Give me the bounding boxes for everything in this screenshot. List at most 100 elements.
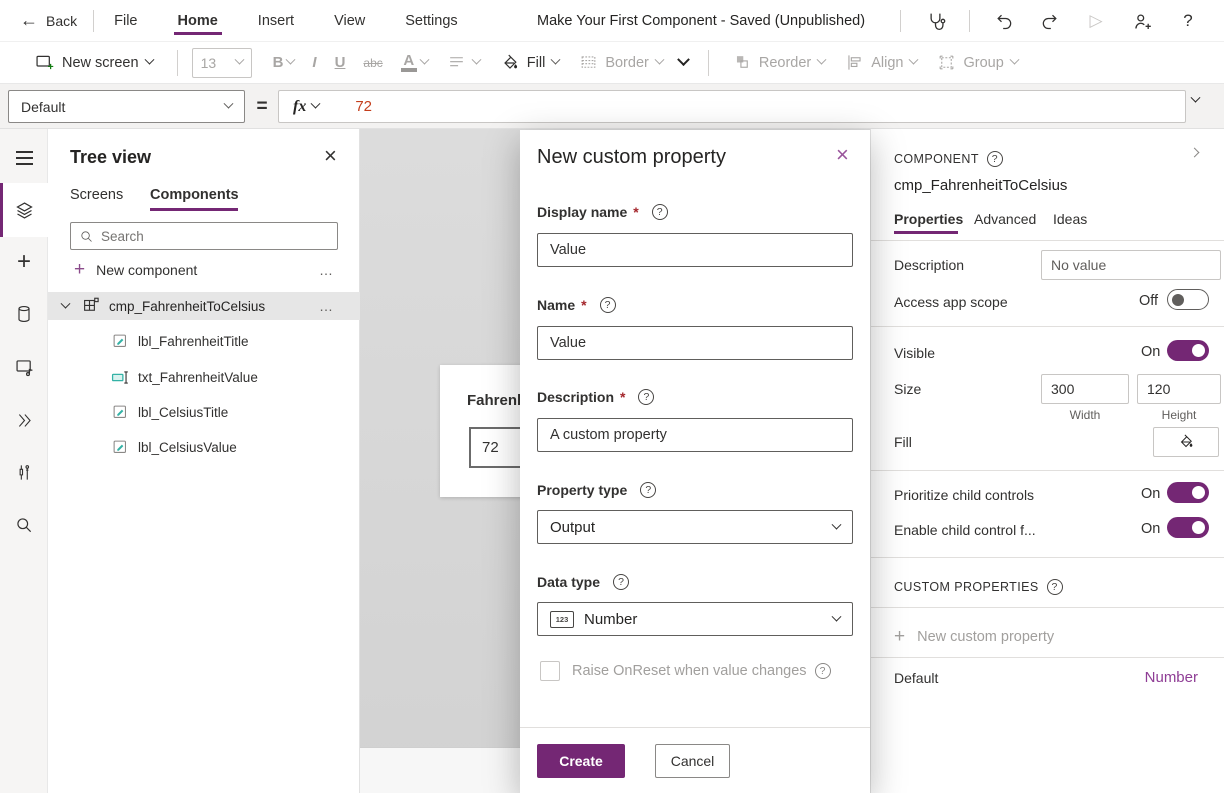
display-name-label-text: Display name — [537, 204, 627, 220]
dialog-close-icon[interactable]: × — [836, 142, 849, 168]
tree-item-label[interactable]: lbl_FahrenheitTitle — [48, 327, 360, 355]
selected-component-name: cmp_FahrenheitToCelsius — [894, 177, 1067, 194]
more-options-icon[interactable]: … — [319, 262, 335, 278]
visible-label: Visible — [894, 345, 935, 361]
tree-search-box[interactable] — [70, 222, 338, 250]
property-type-dropdown[interactable]: Output — [537, 510, 853, 544]
reorder-label: Reorder — [759, 55, 811, 71]
data-rail-icon[interactable] — [0, 290, 48, 338]
cancel-button[interactable]: Cancel — [655, 744, 730, 778]
tab-ideas[interactable]: Ideas — [1053, 211, 1087, 227]
size-label: Size — [894, 381, 921, 397]
size-width-input[interactable] — [1041, 374, 1129, 404]
custom-properties-header: CUSTOM PROPERTIES ? — [894, 579, 1063, 595]
menu-file[interactable]: File — [112, 3, 139, 39]
text-align-button — [447, 53, 480, 72]
header-actions: ▷ ? — [900, 0, 1224, 42]
power-automate-rail-icon[interactable] — [0, 396, 48, 444]
property-type-value: Output — [550, 519, 595, 536]
tab-components[interactable]: Components — [150, 187, 239, 203]
fill-button[interactable]: Fill — [500, 53, 560, 73]
access-app-scope-toggle[interactable] — [1167, 289, 1209, 310]
tree-search-input[interactable] — [101, 229, 329, 244]
help-icon[interactable]: ? — [1047, 579, 1063, 595]
dialog-footer-divider — [520, 727, 870, 728]
new-component-button[interactable]: + New component … — [48, 256, 360, 284]
help-icon[interactable]: ? — [613, 574, 629, 590]
font-size-combo[interactable]: 13 — [192, 48, 252, 78]
back-button[interactable]: ← Back — [0, 10, 93, 31]
property-selector-value: Default — [21, 99, 65, 115]
help-icon[interactable]: ? — [638, 389, 654, 405]
menu-home[interactable]: Home — [176, 3, 220, 39]
description-property-input[interactable] — [1041, 250, 1221, 280]
underline-button: U — [335, 54, 346, 71]
description-input[interactable] — [537, 418, 853, 452]
formula-bar-expand-icon[interactable] — [1191, 93, 1201, 103]
strikethrough-icon: abc — [363, 56, 382, 70]
fill-color-picker[interactable] — [1153, 427, 1219, 457]
collapse-panel-icon[interactable] — [1190, 148, 1200, 158]
media-rail-icon[interactable] — [0, 343, 48, 391]
insert-rail-icon[interactable]: + — [0, 238, 48, 286]
help-icon[interactable]: ? — [987, 151, 1003, 167]
new-screen-button[interactable]: New screen — [34, 52, 153, 73]
active-tab-underline — [150, 208, 238, 211]
default-property-label: Default — [894, 670, 938, 686]
tree-item-textinput[interactable]: txt_FahrenheitValue — [48, 363, 360, 391]
menu-view[interactable]: View — [332, 3, 367, 39]
border-label: Border — [605, 55, 649, 71]
new-component-label: New component — [96, 262, 197, 278]
menu-insert[interactable]: Insert — [256, 3, 296, 39]
title-bar: ← Back File Home Insert View Settings Ma… — [0, 0, 1224, 42]
prioritize-child-controls-toggle[interactable] — [1167, 482, 1209, 503]
help-icon[interactable]: ? — [652, 204, 668, 220]
enable-child-control-toggle[interactable] — [1167, 517, 1209, 538]
back-arrow-icon: ← — [20, 10, 38, 31]
tab-advanced[interactable]: Advanced — [974, 211, 1036, 227]
formula-value[interactable]: 72 — [333, 98, 372, 115]
font-color-bar — [401, 68, 417, 72]
hamburger-menu-icon[interactable] — [0, 134, 48, 182]
group-button: Group — [937, 53, 1017, 72]
tree-view-close-icon[interactable]: × — [324, 143, 337, 169]
help-icon[interactable]: ? — [600, 297, 616, 313]
tab-screens[interactable]: Screens — [70, 187, 123, 203]
tree-item-component[interactable]: cmp_FahrenheitToCelsius … — [48, 292, 360, 320]
menu-settings[interactable]: Settings — [403, 3, 459, 39]
new-custom-property-button[interactable]: + New custom property — [871, 618, 1224, 656]
more-options-icon[interactable]: … — [319, 298, 335, 314]
fx-selector[interactable]: fx — [279, 91, 333, 122]
help-icon[interactable]: ? — [815, 663, 831, 679]
chevron-down-icon[interactable] — [61, 298, 71, 308]
new-custom-property-label: New custom property — [917, 629, 1054, 645]
equals-sign: = — [252, 90, 272, 123]
property-selector[interactable]: Default — [8, 90, 245, 123]
share-user-icon[interactable] — [1130, 9, 1154, 33]
advanced-tools-rail-icon[interactable] — [0, 448, 48, 496]
redo-icon[interactable] — [1038, 9, 1062, 33]
tree-item-label[interactable]: lbl_CelsiusValue — [48, 433, 360, 461]
undo-icon[interactable] — [992, 9, 1016, 33]
data-type-dropdown[interactable]: 123 Number — [537, 602, 853, 636]
tab-properties[interactable]: Properties — [894, 211, 963, 227]
search-rail-icon[interactable] — [0, 501, 48, 549]
enable-child-control-label: Enable child control f... — [894, 522, 1036, 538]
tree-view-rail-icon[interactable] — [0, 183, 48, 237]
size-height-input[interactable] — [1137, 374, 1221, 404]
create-button[interactable]: Create — [537, 744, 625, 778]
app-checker-icon[interactable] — [923, 9, 947, 33]
name-input[interactable] — [537, 326, 853, 360]
chevron-down-icon — [654, 55, 664, 65]
number-type-icon: 123 — [550, 611, 574, 628]
visible-toggle[interactable] — [1167, 340, 1209, 361]
help-icon[interactable]: ? — [1176, 9, 1200, 33]
formula-input[interactable]: fx 72 — [278, 90, 1186, 123]
help-icon[interactable]: ? — [640, 482, 656, 498]
label-control-icon — [110, 404, 130, 421]
more-formatting-chevron-icon[interactable] — [677, 53, 690, 66]
default-property-value[interactable]: Number — [1145, 669, 1198, 686]
formula-bar: Default = fx 72 — [0, 84, 1224, 129]
display-name-input[interactable] — [537, 233, 853, 267]
tree-item-label[interactable]: lbl_CelsiusTitle — [48, 398, 360, 426]
